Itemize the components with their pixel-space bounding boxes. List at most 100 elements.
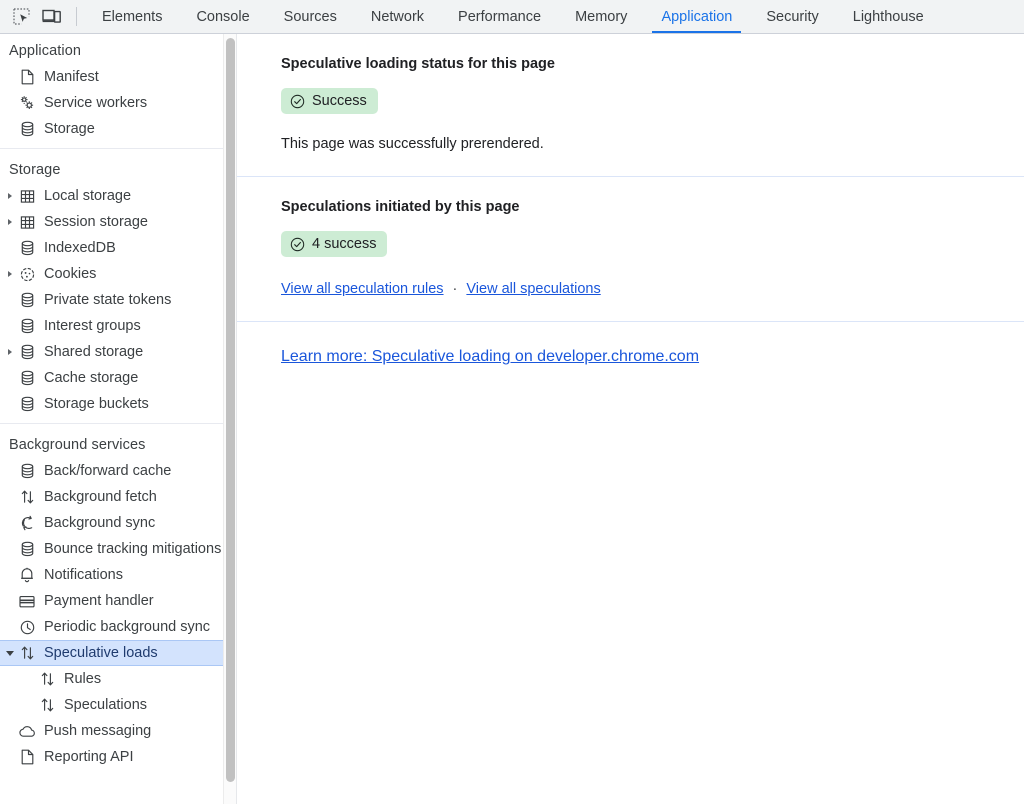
sidebar-section-header: Application [9,43,82,59]
tab-security[interactable]: Security [749,0,835,33]
cloud-icon [17,722,37,740]
status-badge: Success [281,88,378,114]
sidebar-item-label: IndexedDB [44,240,116,256]
sidebar-item-label: Storage [44,121,95,137]
speculations-section: Speculations initiated by this page 4 su… [237,176,1024,321]
database-icon [17,540,37,558]
sidebar-item-bounce-tracking-mitigations[interactable]: Bounce tracking mitigations [0,536,236,562]
sidebar-item-speculative-loads[interactable]: Speculative loads [0,640,236,666]
chevron-down-icon[interactable] [3,650,17,656]
sidebar-item-label: Interest groups [44,318,141,334]
sidebar-item-cache-storage[interactable]: Cache storage [0,365,236,391]
status-badge-label: Success [312,93,367,109]
sidebar-item-label: Background fetch [44,489,157,505]
devtools-toolbar: Elements Console Sources Network Perform… [0,0,1024,34]
check-circle-icon [290,94,305,109]
tab-label: Elements [102,8,163,25]
view-all-speculation-rules-link[interactable]: View all speculation rules [281,281,444,297]
sidebar-item-label: Cache storage [44,370,139,386]
sidebar-item-notifications[interactable]: Notifications [0,562,236,588]
sidebar-item-payment-handler[interactable]: Payment handler [0,588,236,614]
learn-more-link[interactable]: Learn more: Speculative loading on devel… [281,348,699,365]
database-icon [17,369,37,387]
sidebar-item-interest-groups[interactable]: Interest groups [0,313,236,339]
document-icon [17,68,37,86]
database-icon [17,317,37,335]
tab-elements[interactable]: Elements [85,0,179,33]
chevron-right-icon[interactable] [3,219,17,225]
sidebar-item-reporting-api[interactable]: Reporting API [0,744,236,770]
sidebar-item-cookies[interactable]: Cookies [0,261,236,287]
up-down-arrows-icon [37,696,57,714]
tab-memory[interactable]: Memory [558,0,644,33]
sidebar-item-storage[interactable]: Storage [0,116,236,142]
tab-sources[interactable]: Sources [267,0,354,33]
sidebar-item-local-storage[interactable]: Local storage [0,183,236,209]
devtools-window: Elements Console Sources Network Perform… [0,0,1024,804]
gears-icon [17,94,37,112]
sidebar-item-label: Session storage [44,214,148,230]
tab-network[interactable]: Network [354,0,441,33]
sidebar-item-indexeddb[interactable]: IndexedDB [0,235,236,261]
sidebar-item-label: Shared storage [44,344,144,360]
sidebar-item-label: Storage buckets [44,396,149,412]
sidebar-item-push-messaging[interactable]: Push messaging [0,718,236,744]
sidebar-item-periodic-background-sync[interactable]: Periodic background sync [0,614,236,640]
device-toolbar-icon[interactable] [36,0,66,33]
tab-console[interactable]: Console [179,0,266,33]
speculations-badge-label: 4 success [312,236,377,252]
chevron-right-icon[interactable] [3,193,17,199]
sidebar-item-shared-storage[interactable]: Shared storage [0,339,236,365]
sidebar-section: Storage Local storage Session storage Index… [0,148,236,423]
table-icon [17,213,37,231]
sidebar-item-label: Rules [64,671,102,687]
sidebar-item-storage-buckets[interactable]: Storage buckets [0,391,236,417]
tab-application[interactable]: Application [644,0,749,33]
sidebar-item-label: Speculations [64,697,148,713]
bell-icon [17,566,37,584]
panel-tabs: Elements Console Sources Network Perform… [85,0,1024,33]
sync-icon [17,514,37,532]
link-separator: · [452,281,458,297]
sidebar-section-header: Background services [9,437,146,453]
tab-label: Lighthouse [852,8,924,25]
up-down-arrows-icon [17,644,37,662]
sidebar-item-label: Local storage [44,188,132,204]
sidebar-tree: Application Manifest Service workers Storag… [0,39,236,776]
sidebar-item-speculations[interactable]: Speculations [0,692,236,718]
credit-card-icon [17,592,37,610]
sidebar-item-session-storage[interactable]: Session storage [0,209,236,235]
view-all-speculations-link[interactable]: View all speculations [466,281,600,297]
tab-label: Network [370,8,425,25]
sidebar-item-label: Back/forward cache [44,463,172,479]
tab-label: Memory [575,8,628,25]
sidebar-scrollbar-thumb[interactable] [226,38,235,782]
inspect-element-icon[interactable] [6,0,36,33]
sidebar-item-manifest[interactable]: Manifest [0,64,236,90]
speculations-section-title: Speculations initiated by this page [281,199,520,215]
sidebar-scrollbar[interactable] [223,34,236,804]
tab-performance[interactable]: Performance [441,0,558,33]
speculations-badge: 4 success [281,231,388,257]
chevron-right-icon[interactable] [3,271,17,277]
tab-label: Sources [283,8,337,25]
status-section-title: Speculative loading status for this page [281,56,555,72]
sidebar-section: Application Manifest Service workers Storag… [0,39,236,148]
sidebar-item-private-state-tokens[interactable]: Private state tokens [0,287,236,313]
database-icon [17,120,37,138]
learn-more-section: Learn more: Speculative loading on devel… [237,321,1024,366]
sidebar-item-back-forward-cache[interactable]: Back/forward cache [0,458,236,484]
tab-lighthouse[interactable]: Lighthouse [836,0,941,33]
speculative-loads-panel: Speculative loading status for this page… [236,34,1024,804]
toolbar-divider [76,7,77,26]
sidebar-item-background-fetch[interactable]: Background fetch [0,484,236,510]
table-icon [17,187,37,205]
chevron-right-icon[interactable] [3,349,17,355]
database-icon [17,343,37,361]
sidebar-item-label: Service workers [44,95,148,111]
sidebar-item-service-workers[interactable]: Service workers [0,90,236,116]
sidebar-item-label: Notifications [44,567,123,583]
sidebar-item-rules[interactable]: Rules [0,666,236,692]
clock-icon [17,618,37,636]
sidebar-item-background-sync[interactable]: Background sync [0,510,236,536]
